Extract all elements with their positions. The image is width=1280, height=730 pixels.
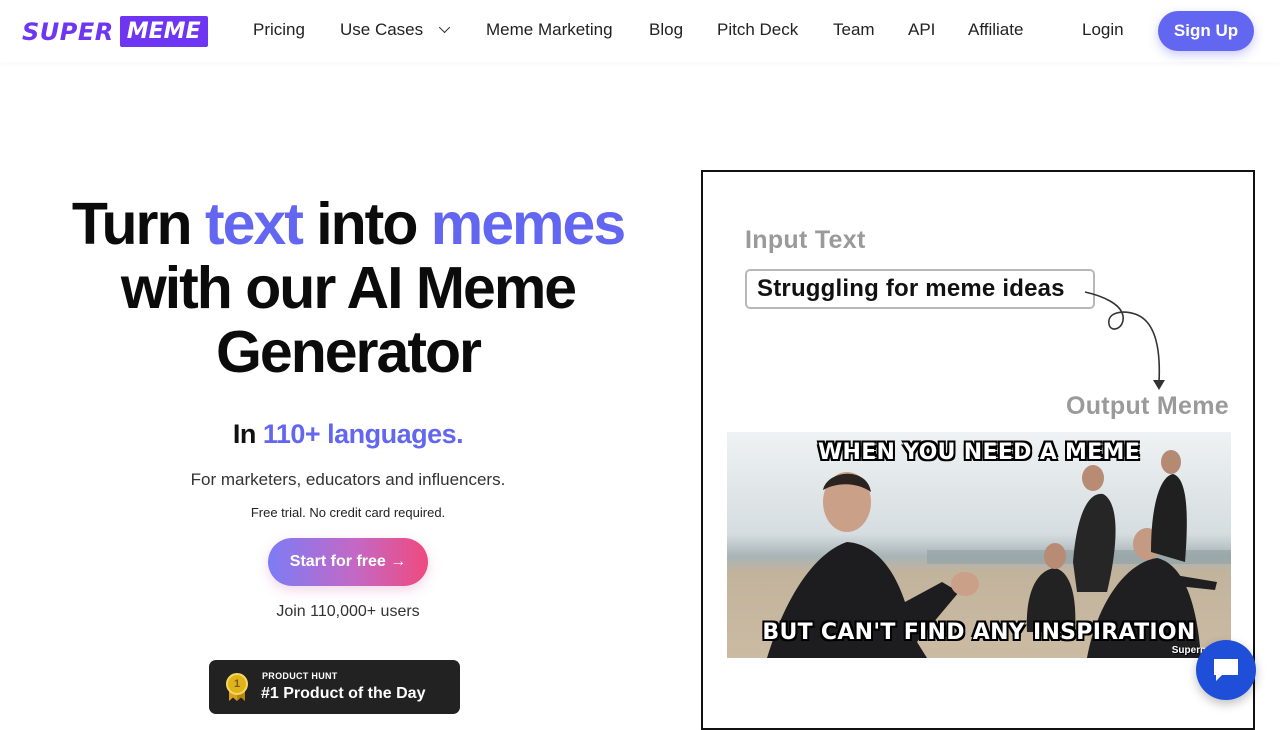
- languages-prefix: In: [232, 419, 263, 449]
- hero-title-part: into: [301, 191, 431, 257]
- nav-pricing[interactable]: Pricing: [253, 20, 305, 40]
- hero-title-accent-text: text: [204, 191, 304, 257]
- nav-pitch-deck[interactable]: Pitch Deck: [717, 20, 798, 40]
- demo-panel: Input Text Struggling for meme ideas Out…: [701, 170, 1255, 730]
- nav-blog[interactable]: Blog: [649, 20, 683, 40]
- nav-use-cases-label: Use Cases: [340, 20, 424, 39]
- output-meme-label: Output Meme: [1065, 392, 1229, 420]
- hero-title-part: Turn: [71, 191, 205, 257]
- hero-title-accent-memes: memes: [430, 191, 626, 257]
- logo-meme-text: MEME: [119, 16, 208, 47]
- hero-subtitle: For marketers, educators and influencers…: [190, 470, 506, 489]
- chat-bubble-icon[interactable]: [1196, 640, 1256, 700]
- signup-button[interactable]: Sign Up: [1158, 11, 1254, 51]
- nav-api[interactable]: API: [908, 20, 935, 40]
- product-of-day-label: #1 Product of the Day: [261, 685, 426, 702]
- medal-icon: 1: [226, 673, 248, 695]
- chevron-down-icon: [439, 21, 451, 34]
- input-text-box: Struggling for meme ideas: [745, 269, 1095, 309]
- logo-super-text: SUPER: [22, 17, 114, 46]
- nav-meme-marketing[interactable]: Meme Marketing: [486, 20, 613, 40]
- meme-bottom-caption: BUT CAN'T FIND ANY INSPIRATION: [762, 620, 1196, 645]
- start-for-free-button[interactable]: Start for free →: [268, 538, 428, 586]
- hero-title-rest: with our AI Meme Generator: [120, 255, 577, 385]
- languages-line: In 110+ languages.: [40, 419, 656, 450]
- meme-top-caption: WHEN YOU NEED A MEME: [817, 440, 1141, 465]
- product-hunt-badge[interactable]: 1 PRODUCT HUNT #1 Product of the Day: [209, 660, 460, 714]
- top-navbar: SUPER MEME Pricing Use Cases Meme Market…: [0, 0, 1280, 62]
- input-text-label: Input Text: [745, 226, 866, 254]
- trial-note: Free trial. No credit card required.: [250, 505, 446, 520]
- meme-image: WHEN YOU NEED A MEME BUT CAN'T FIND ANY …: [727, 432, 1231, 658]
- languages-count: 110+ languages.: [262, 419, 464, 449]
- nav-affiliate[interactable]: Affiliate: [968, 20, 1023, 40]
- logo[interactable]: SUPER MEME: [22, 14, 208, 49]
- login-link[interactable]: Login: [1082, 20, 1124, 40]
- product-hunt-label: PRODUCT HUNT: [262, 671, 338, 681]
- curved-arrow-icon: [1084, 291, 1165, 390]
- join-users-text: Join 110,000+ users: [276, 603, 420, 620]
- nav-use-cases[interactable]: Use Cases: [340, 20, 451, 40]
- chat-glyph: [1214, 659, 1238, 681]
- nav-team[interactable]: Team: [833, 20, 875, 40]
- hero-title: Turn text into memes with our AI Meme Ge…: [40, 192, 656, 384]
